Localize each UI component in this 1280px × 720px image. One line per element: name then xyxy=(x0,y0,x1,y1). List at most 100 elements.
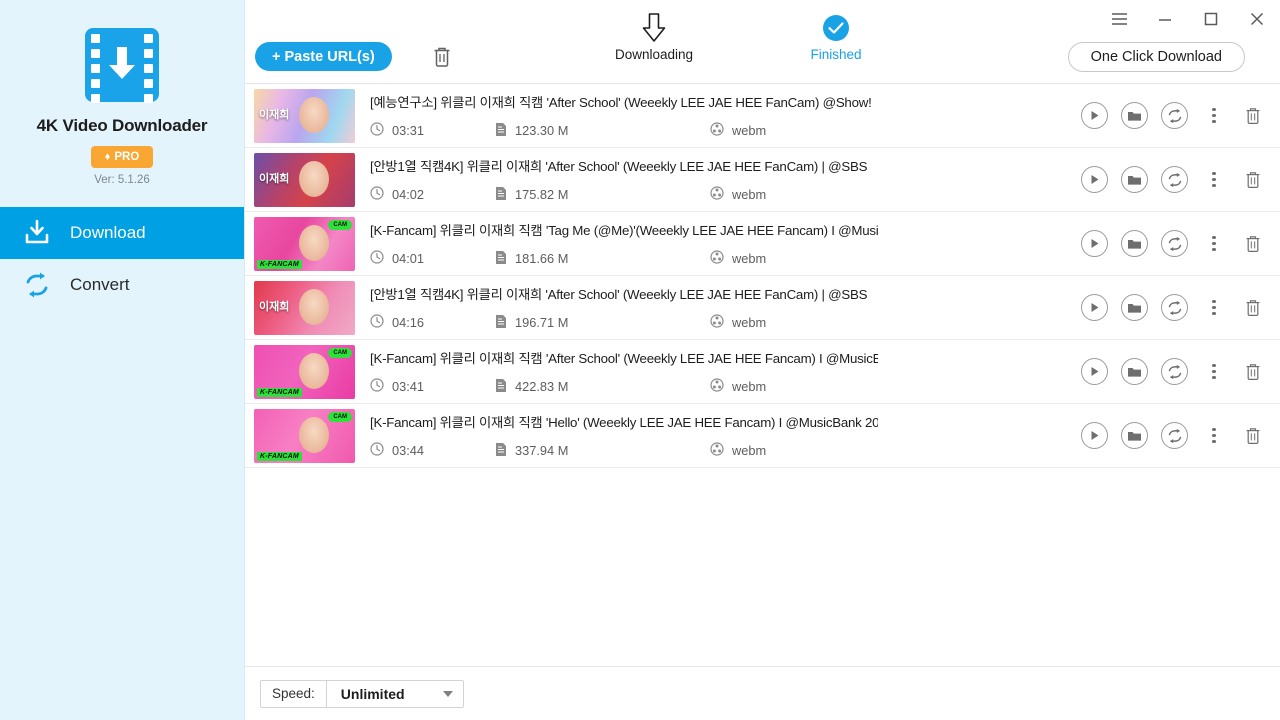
video-thumbnail[interactable]: K-FANCAM CAM xyxy=(254,216,355,271)
video-thumbnail[interactable]: 이재희 xyxy=(254,280,355,335)
table-row[interactable]: K-FANCAM CAM [K-Fancam] 위클리 이재희 직캠 'Hello'… xyxy=(245,404,1280,468)
download-arrow-icon xyxy=(109,47,135,79)
video-list[interactable]: 이재희 [예능연구소] 위클리 이재희 직캠 'After School' (We… xyxy=(245,84,1280,666)
convert-loop-icon[interactable] xyxy=(1161,102,1188,129)
meta-size: 196.71 M xyxy=(495,314,710,332)
convert-loop-icon[interactable] xyxy=(1161,166,1188,193)
tab-finished[interactable]: Finished xyxy=(782,10,890,62)
clock-icon xyxy=(370,250,384,267)
play-icon[interactable] xyxy=(1081,358,1108,385)
duration-value: 04:16 xyxy=(392,315,425,330)
clock-icon xyxy=(370,442,384,459)
convert-loop-icon[interactable] xyxy=(1161,422,1188,449)
speed-dropdown[interactable]: Unlimited xyxy=(327,681,463,707)
kebab-menu-icon[interactable] xyxy=(1201,166,1227,193)
kebab-menu-icon[interactable] xyxy=(1201,422,1227,449)
duration-value: 04:01 xyxy=(392,251,425,266)
meta-duration: 03:31 xyxy=(370,122,495,139)
folder-icon[interactable] xyxy=(1121,102,1148,129)
one-click-download-button[interactable]: One Click Download xyxy=(1067,42,1245,72)
meta-size: 123.30 M xyxy=(495,122,710,140)
sidebar-item-convert[interactable]: Convert xyxy=(0,259,244,311)
download-tray-icon xyxy=(20,216,54,250)
kebab-menu-icon[interactable] xyxy=(1201,358,1227,385)
table-row[interactable]: K-FANCAM CAM [K-Fancam] 위클리 이재희 직캠 'After … xyxy=(245,340,1280,404)
video-title: [K-Fancam] 위클리 이재희 직캠 'Hello' (Weeekly L… xyxy=(370,414,878,430)
film-reel-icon xyxy=(710,122,724,139)
thumbnail-kfancam-tag: K-FANCAM xyxy=(257,259,302,269)
convert-loop-icon[interactable] xyxy=(1161,230,1188,257)
play-icon[interactable] xyxy=(1081,422,1108,449)
format-value: webm xyxy=(732,251,767,266)
table-row[interactable]: 이재희 [예능연구소] 위클리 이재희 직캠 'After School' (We… xyxy=(245,84,1280,148)
tab-downloading[interactable]: Downloading xyxy=(600,10,708,62)
kebab-menu-icon[interactable] xyxy=(1201,230,1227,257)
table-row[interactable]: 이재희 [안방1열 직캠4K] 위클리 이재희 'After School' (W… xyxy=(245,148,1280,212)
size-value: 175.82 M xyxy=(515,187,569,202)
trash-icon[interactable] xyxy=(1240,294,1266,321)
size-value: 196.71 M xyxy=(515,315,569,330)
play-icon[interactable] xyxy=(1081,230,1108,257)
trash-icon[interactable] xyxy=(1240,230,1266,257)
row-info: [K-Fancam] 위클리 이재희 직캠 'Hello' (Weeekly L… xyxy=(370,412,888,460)
maximize-icon[interactable] xyxy=(1188,2,1234,36)
size-value: 123.30 M xyxy=(515,123,569,138)
paste-url-button[interactable]: + Paste URL(s) xyxy=(255,42,392,71)
format-value: webm xyxy=(732,187,767,202)
meta-format: webm xyxy=(710,186,830,203)
meta-format: webm xyxy=(710,442,830,459)
folder-icon[interactable] xyxy=(1121,230,1148,257)
kebab-menu-icon[interactable] xyxy=(1201,294,1227,321)
format-value: webm xyxy=(732,379,767,394)
trash-icon[interactable] xyxy=(1240,358,1266,385)
size-value: 181.66 M xyxy=(515,251,569,266)
meta-size: 422.83 M xyxy=(495,378,710,396)
folder-icon[interactable] xyxy=(1121,422,1148,449)
down-arrow-outline-icon xyxy=(639,10,669,46)
table-row[interactable]: K-FANCAM CAM [K-Fancam] 위클리 이재희 직캠 'Tag Me… xyxy=(245,212,1280,276)
folder-icon[interactable] xyxy=(1121,294,1148,321)
convert-loop-icon xyxy=(20,268,54,302)
convert-loop-icon[interactable] xyxy=(1161,358,1188,385)
kebab-menu-icon[interactable] xyxy=(1201,102,1227,129)
play-icon[interactable] xyxy=(1081,294,1108,321)
pro-badge[interactable]: ♦ PRO xyxy=(91,146,153,168)
close-icon[interactable] xyxy=(1234,2,1280,36)
video-thumbnail[interactable]: K-FANCAM CAM xyxy=(254,408,355,463)
sidebar-item-convert-label: Convert xyxy=(70,275,130,294)
toolbar-trash-icon[interactable] xyxy=(428,43,456,71)
sidebar-nav: Download Convert xyxy=(0,207,244,311)
sidebar-item-download[interactable]: Download xyxy=(0,207,244,259)
video-thumbnail[interactable]: 이재희 xyxy=(254,152,355,207)
film-reel-icon xyxy=(710,186,724,203)
meta-duration: 04:16 xyxy=(370,314,495,331)
check-circle-icon xyxy=(822,10,850,46)
folder-icon[interactable] xyxy=(1121,166,1148,193)
play-icon[interactable] xyxy=(1081,166,1108,193)
file-icon xyxy=(495,186,507,204)
play-icon[interactable] xyxy=(1081,102,1108,129)
trash-icon[interactable] xyxy=(1240,102,1266,129)
video-thumbnail[interactable]: 이재희 xyxy=(254,88,355,143)
format-value: webm xyxy=(732,443,767,458)
video-meta: 03:41 422.83 M webm xyxy=(370,378,878,396)
app-logo-icon xyxy=(85,28,159,103)
file-icon xyxy=(495,442,507,460)
clock-icon xyxy=(370,186,384,203)
table-row[interactable]: 이재희 [안방1열 직캠4K] 위클리 이재희 'After School' (W… xyxy=(245,276,1280,340)
size-value: 422.83 M xyxy=(515,379,569,394)
thumbnail-cam-tag: CAM xyxy=(328,347,352,358)
trash-icon[interactable] xyxy=(1240,166,1266,193)
hamburger-menu-icon[interactable] xyxy=(1096,2,1142,36)
convert-loop-icon[interactable] xyxy=(1161,294,1188,321)
duration-value: 03:31 xyxy=(392,123,425,138)
trash-icon[interactable] xyxy=(1240,422,1266,449)
folder-icon[interactable] xyxy=(1121,358,1148,385)
minimize-icon[interactable] xyxy=(1142,2,1188,36)
video-thumbnail[interactable]: K-FANCAM CAM xyxy=(254,344,355,399)
meta-format: webm xyxy=(710,378,830,395)
clock-icon xyxy=(370,378,384,395)
meta-size: 337.94 M xyxy=(495,442,710,460)
row-actions xyxy=(1081,230,1266,257)
video-meta: 03:44 337.94 M webm xyxy=(370,442,878,460)
